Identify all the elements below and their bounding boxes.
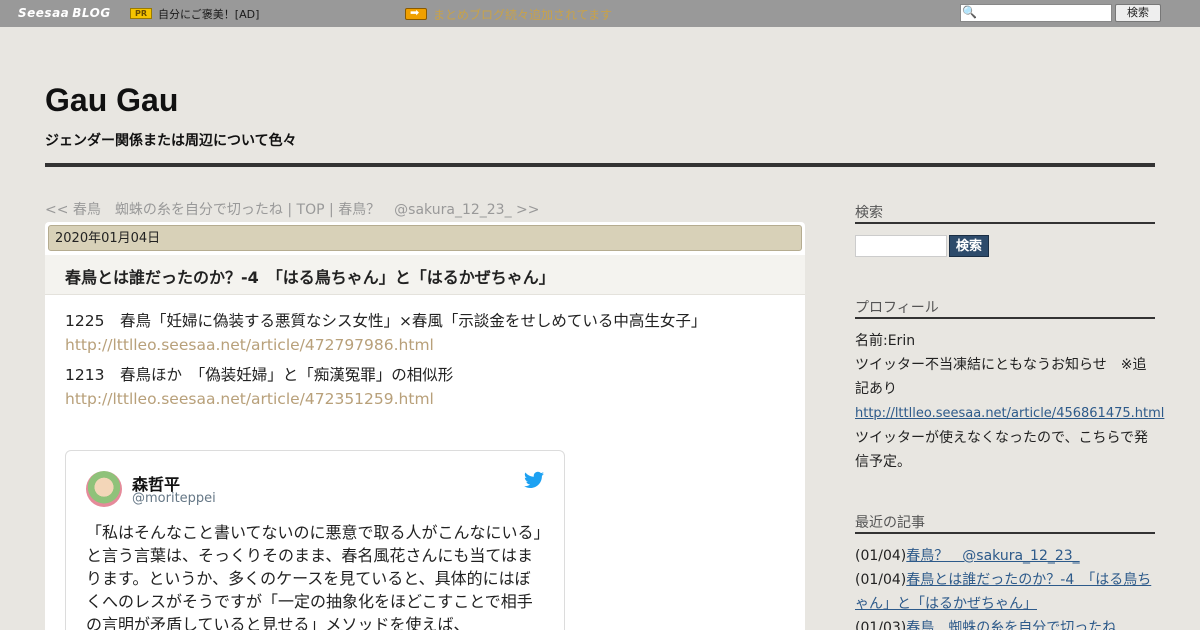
nav-separator: | — [324, 202, 339, 218]
header-divider — [45, 163, 1155, 167]
ad-link[interactable]: 自分にご褒美！[AD] — [158, 6, 259, 22]
top-search-button[interactable]: 検索 — [1115, 4, 1161, 22]
top-link[interactable]: TOP — [297, 202, 325, 218]
sidebar-search-button[interactable]: 検索 — [949, 235, 989, 257]
sidebar-profile-heading: プロフィール — [855, 300, 939, 316]
tweet-author-handle[interactable]: @moriteppei — [132, 491, 216, 506]
pr-badge: PR — [130, 8, 152, 19]
post-text-line: 1213 春鳥ほか 「偽装妊婦」と「痴漢冤罪」の相似形 — [65, 366, 454, 384]
recent-date: (01/04) — [855, 572, 907, 588]
logo-sub: BLOG — [72, 6, 111, 20]
post-link[interactable]: http://lttlleo.seesaa.net/article/472797… — [65, 336, 434, 354]
arrow-right-icon — [405, 6, 427, 20]
post-title-bar: 春鳥とは誰だったのか？-4 「はる鳥ちゃん」と「はるかぜちゃん」 — [45, 255, 805, 295]
sidebar-divider — [855, 317, 1155, 319]
recent-link[interactable]: 春鳥？ @sakura_12_23_ — [906, 548, 1079, 564]
sidebar-divider — [855, 532, 1155, 534]
search-icon: 🔍 — [962, 5, 977, 19]
prev-article-link[interactable]: << 春鳥 蜘蛛の糸を自分で切ったね — [45, 202, 283, 218]
sidebar-search-input[interactable] — [855, 235, 947, 257]
top-search-input[interactable]: 🔍 — [960, 4, 1112, 22]
recent-link[interactable]: 春鳥 蜘蛛の糸を自分で切ったね — [906, 620, 1116, 630]
promo-link[interactable]: まとめブログ続々追加されてます — [433, 6, 612, 23]
list-item: (01/03)春鳥 蜘蛛の糸を自分で切ったね — [855, 616, 1155, 630]
list-item: (01/04)春鳥とは誰だったのか？-4 「はる鳥ちゃん」と「はるかぜちゃん」 — [855, 568, 1155, 616]
profile-name: 名前:Erin — [855, 333, 916, 349]
profile-section: 名前:Erin ツイッター不当凍結にともなうお知らせ ※追記あり http://… — [855, 329, 1164, 474]
next-article-link[interactable]: 春鳥？ @sakura_12_23_ >> — [338, 202, 539, 218]
recent-date: (01/04) — [855, 548, 907, 564]
sidebar-recent-heading: 最近の記事 — [855, 515, 925, 531]
profile-tail: ツイッターが使えなくなったので、こちらで発信予定。 — [855, 430, 1149, 470]
sidebar-divider — [855, 222, 1155, 224]
sidebar-search-heading: 検索 — [855, 205, 883, 221]
tweet-text: 「私はそんなこと書いてないのに悪意で取る人がこんなにいる」と言う言葉は、そっくり… — [86, 523, 542, 630]
post-date: 2020年01月04日 — [48, 225, 802, 251]
profile-link[interactable]: http://lttlleo.seesaa.net/article/456861… — [855, 406, 1164, 421]
seesaa-logo[interactable]: Seesaa BLOG — [18, 6, 111, 20]
twitter-bird-icon[interactable] — [524, 471, 544, 489]
top-bar: SeesaaBLOG PR 自分にご褒美！[AD] まとめブログ続々追加されてま… — [0, 0, 1200, 27]
post-title[interactable]: 春鳥とは誰だったのか？-4 「はる鳥ちゃん」と「はるかぜちゃん」 — [65, 264, 555, 288]
logo-main: Seesaa — [18, 6, 70, 20]
site-title[interactable]: Gau Gau — [45, 82, 178, 119]
list-item: (01/04)春鳥？ @sakura_12_23_ — [855, 544, 1155, 568]
embedded-tweet[interactable]: 森哲平 @moriteppei 「私はそんなこと書いてないのに悪意で取る人がこん… — [65, 450, 565, 630]
article-nav: << 春鳥 蜘蛛の糸を自分で切ったね | TOP | 春鳥？ @sakura_1… — [45, 199, 540, 219]
recent-date: (01/03) — [855, 620, 907, 630]
site-description: ジェンダー関係または周辺について色々 — [45, 133, 297, 149]
nav-separator: | — [282, 202, 297, 218]
post: 2020年01月04日 春鳥とは誰だったのか？-4 「はる鳥ちゃん」と「はるかぜ… — [45, 222, 805, 630]
post-text-line: 1225 春鳥「妊婦に偽装する悪質なシス女性」×春風「示談金をせしめている中高生… — [65, 312, 707, 330]
avatar[interactable] — [86, 471, 122, 507]
post-link[interactable]: http://lttlleo.seesaa.net/article/472351… — [65, 390, 434, 408]
recent-list: (01/04)春鳥？ @sakura_12_23_ (01/04)春鳥とは誰だっ… — [855, 544, 1155, 630]
profile-note: ツイッター不当凍結にともなうお知らせ ※追記あり — [855, 357, 1147, 397]
